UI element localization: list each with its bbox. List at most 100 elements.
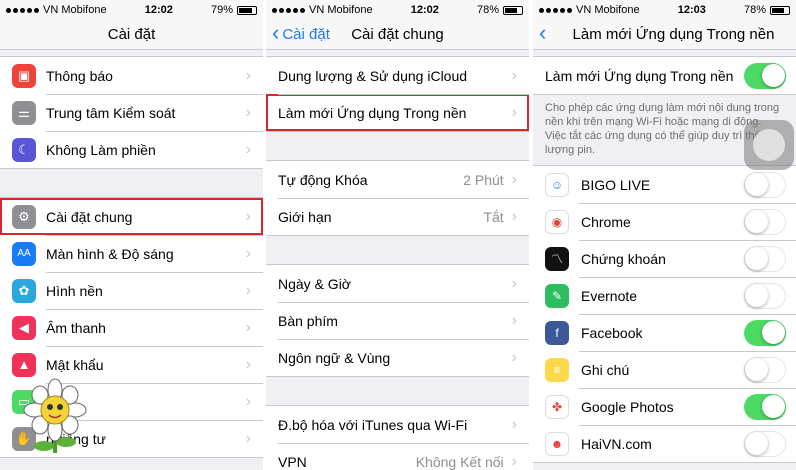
row-label: Làm mới Ứng dụng Trong nền <box>278 104 467 121</box>
app-refresh-toggle[interactable] <box>744 208 786 235</box>
row-value: Không Kết nối <box>415 453 504 470</box>
master-toggle-group: Làm mới Ứng dụng Trong nền <box>533 56 796 95</box>
chevron-right-icon: › <box>511 103 517 121</box>
row-language-region[interactable]: Ngôn ngữ & Vùng › <box>266 339 529 376</box>
row-do-not-disturb[interactable]: ☾ Không Làm phiền › <box>0 131 263 168</box>
row-value: 2 Phút <box>463 171 504 188</box>
app-row: ✤ Google Photos <box>533 388 796 425</box>
battery-percent: 79% <box>210 4 233 16</box>
notification-icon: ▣ <box>12 63 36 88</box>
clock: 12:02 <box>410 4 439 16</box>
status-bar: VN Mobifone 12:02 78% <box>266 0 529 20</box>
chevron-right-icon: › <box>245 66 251 84</box>
app-row: ☻ HaiVN.com <box>533 425 796 462</box>
row-label: Ngày & Giờ <box>278 275 351 292</box>
nav-bar: ‹ Làm mới Ứng dụng Trong nền <box>533 20 796 50</box>
app-label: BIGO LIVE <box>581 176 651 193</box>
row-wallpaper[interactable]: ✿ Hình nền › <box>0 272 263 309</box>
master-refresh-toggle[interactable] <box>744 62 786 89</box>
row-control-center[interactable]: ⚌ Trung tâm Kiểm soát › <box>0 94 263 131</box>
row-label: Mật khẩu <box>46 356 104 373</box>
row-label: VPN <box>278 453 307 470</box>
row-storage-icloud[interactable]: Dung lượng & Sử dụng iCloud › <box>266 57 529 94</box>
app-refresh-toggle[interactable] <box>744 430 786 457</box>
row-keyboard[interactable]: Bàn phím › <box>266 302 529 339</box>
app-row: f Facebook <box>533 314 796 351</box>
row-background-app-refresh[interactable]: Làm mới Ứng dụng Trong nền › <box>266 94 529 131</box>
app-refresh-toggle[interactable] <box>744 356 786 383</box>
battery-icon <box>769 5 790 15</box>
app-row: ☺ BIGO LIVE <box>533 166 796 203</box>
carrier-label: VN Mobifone <box>576 4 640 16</box>
battery-icon <box>236 5 257 15</box>
signal-icon <box>539 7 572 13</box>
app-label: Chứng khoán <box>581 250 666 267</box>
evernote-icon: ✎ <box>545 283 569 308</box>
haivn-icon: ☻ <box>545 431 569 456</box>
app-refresh-toggle[interactable] <box>744 245 786 272</box>
chevron-right-icon: › <box>511 170 517 188</box>
app-label: HaiVN.com <box>581 435 652 452</box>
back-button[interactable]: ‹ <box>539 22 546 44</box>
chevron-right-icon: › <box>245 355 251 373</box>
chevron-right-icon: › <box>511 415 517 433</box>
chevron-right-icon: › <box>511 311 517 329</box>
row-display-brightness[interactable]: AA Màn hình & Độ sáng › <box>0 235 263 272</box>
chevron-left-icon: ‹ <box>272 20 280 45</box>
row-itunes-wifi-sync[interactable]: Đ.bộ hóa với iTunes qua Wi-Fi › <box>266 406 529 443</box>
general-panel: VN Mobifone 12:02 78% ‹ Cài đặt Cài đặt c… <box>266 0 529 470</box>
app-label: Evernote <box>581 287 638 304</box>
app-label: Chrome <box>581 213 631 230</box>
battery-percent: 78% <box>476 4 499 16</box>
app-refresh-toggle[interactable] <box>744 319 786 346</box>
battery-icon <box>502 5 523 15</box>
status-bar: VN Mobifone 12:03 78% <box>533 0 796 20</box>
back-button[interactable]: ‹ Cài đặt <box>272 20 330 45</box>
chevron-right-icon: › <box>245 244 251 262</box>
row-label: Ngôn ngữ & Vùng <box>278 349 391 366</box>
row-label: Thông báo <box>46 67 113 84</box>
app-refresh-toggle[interactable] <box>744 282 786 309</box>
battery-percent: 78% <box>743 4 766 16</box>
control-center-icon: ⚌ <box>12 100 36 125</box>
chevron-right-icon: › <box>511 274 517 292</box>
facebook-icon: f <box>545 320 569 345</box>
app-label: Facebook <box>581 324 643 341</box>
row-label: Trung tâm Kiểm soát <box>46 104 176 121</box>
row-date-time[interactable]: Ngày & Giờ › <box>266 265 529 302</box>
chevron-right-icon: › <box>245 392 251 410</box>
back-label: Cài đặt <box>282 26 330 43</box>
row-label: Giới hạn <box>278 208 332 225</box>
row-sounds[interactable]: ◀ Âm thanh › <box>0 309 263 346</box>
row-auto-lock[interactable]: Tự động Khóa 2 Phút › <box>266 161 529 198</box>
chevron-right-icon: › <box>245 429 251 447</box>
app-refresh-toggle[interactable] <box>744 393 786 420</box>
app-refresh-toggle[interactable] <box>744 171 786 198</box>
signal-icon <box>6 7 39 13</box>
chevron-right-icon: › <box>511 348 517 366</box>
chevron-right-icon: › <box>245 103 251 121</box>
chevron-right-icon: › <box>245 140 251 158</box>
moon-icon: ☾ <box>12 137 36 162</box>
sound-icon: ◀ <box>12 315 36 340</box>
flower-sticker-icon <box>23 378 87 453</box>
row-label: Âm thanh <box>46 319 106 336</box>
row-restrictions[interactable]: Giới hạn Tắt › <box>266 198 529 235</box>
lock-icon: ▲ <box>12 352 36 377</box>
background-refresh-panel: VN Mobifone 12:03 78% ‹ Làm mới Ứng dụng… <box>533 0 796 470</box>
row-vpn[interactable]: VPN Không Kết nối › <box>266 443 529 470</box>
display-icon: AA <box>12 241 36 266</box>
general-group-2: Tự động Khóa 2 Phút › Giới hạn Tắt › <box>266 160 529 236</box>
settings-panel: VN Mobifone 12:02 79% Cài đặt ▣ Thông bá… <box>0 0 263 470</box>
gear-icon: ⚙ <box>12 204 36 229</box>
row-general[interactable]: ⚙ Cài đặt chung › <box>0 198 263 235</box>
chevron-right-icon: › <box>245 281 251 299</box>
row-notifications[interactable]: ▣ Thông báo › <box>0 57 263 94</box>
app-row: ≡ Ghi chú <box>533 351 796 388</box>
row-label: Hình nền <box>46 282 103 299</box>
assistive-touch-button[interactable] <box>744 120 794 170</box>
clock: 12:03 <box>677 4 706 16</box>
wallpaper-icon: ✿ <box>12 278 36 303</box>
chevron-right-icon: › <box>245 207 251 225</box>
page-title: Cài đặt chung <box>351 26 444 43</box>
